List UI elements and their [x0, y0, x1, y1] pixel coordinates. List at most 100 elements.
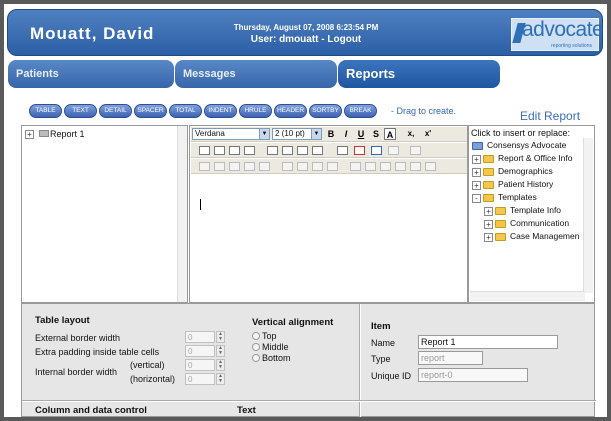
expand-icon[interactable]: + — [472, 168, 481, 177]
cell-props-icon[interactable] — [410, 146, 421, 155]
tree-item-template-info[interactable]: + Template Info — [484, 205, 561, 216]
merge-rows-icon[interactable] — [244, 162, 255, 171]
outdent-icon[interactable] — [297, 146, 308, 155]
tree-item-consensys[interactable]: Consensys Advocate — [472, 140, 566, 150]
cell-valign-icon[interactable] — [425, 162, 436, 171]
font-color-button[interactable]: A — [384, 128, 396, 140]
palette-detail-button[interactable]: DETAIL — [99, 104, 132, 118]
align-left-icon[interactable] — [199, 146, 210, 155]
tree-item-report-office[interactable]: + Report & Office Info — [472, 153, 573, 164]
delete-cell-icon[interactable] — [365, 162, 376, 171]
folder-icon — [483, 154, 494, 163]
palette-hrule-button[interactable]: HRULE — [239, 104, 272, 118]
insert-row-icon[interactable] — [199, 162, 210, 171]
delete-row-icon[interactable] — [229, 162, 240, 171]
palette-spacer-button[interactable]: SPACER — [134, 104, 167, 118]
merge-cols-icon[interactable] — [327, 162, 338, 171]
palette-text-button[interactable]: TEXT — [64, 104, 97, 118]
palette-header-button[interactable]: HEADER — [274, 104, 307, 118]
strikethrough-button[interactable]: S — [370, 128, 382, 140]
insert-panel-vscrollbar[interactable] — [583, 138, 593, 293]
valign-top-radio[interactable] — [252, 332, 260, 340]
insert-row-after-icon[interactable] — [214, 162, 225, 171]
palette-indent-button[interactable]: INDENT — [204, 104, 237, 118]
cell-align-icon[interactable] — [410, 162, 421, 171]
expand-icon[interactable]: + — [472, 155, 481, 164]
insert-table-icon[interactable] — [371, 146, 382, 155]
report-tree-node[interactable]: Report 1 — [50, 129, 85, 139]
text-editor: Verdana ▼ 2 (10 pt) ▼ B I U S A x, x' — [189, 125, 468, 303]
align-justify-icon[interactable] — [244, 146, 255, 155]
tab-reports[interactable]: Reports — [338, 60, 500, 88]
report-icon — [39, 130, 49, 137]
insert-panel-hscrollbar[interactable] — [470, 291, 585, 301]
horizontal-rule-icon[interactable] — [337, 146, 348, 155]
tab-patients[interactable]: Patients — [8, 60, 174, 88]
tree-item-label: Patient History — [498, 179, 554, 189]
italic-button[interactable]: I — [340, 128, 352, 140]
expand-icon[interactable]: + — [484, 207, 493, 216]
collapse-icon[interactable]: - — [472, 194, 481, 203]
chevron-down-icon: ▼ — [259, 129, 269, 139]
tree-item-communication[interactable]: + Communication — [484, 218, 569, 229]
extra-padding-spinner[interactable]: ▲ ▼ — [216, 345, 225, 357]
folder-icon — [495, 232, 506, 241]
palette-table-button[interactable]: TABLE — [29, 104, 62, 118]
editor-toolbar-table — [191, 159, 467, 174]
extra-padding-input[interactable]: 0 — [185, 345, 215, 357]
text-caret[interactable] — [200, 199, 201, 210]
hyperlink-icon[interactable] — [354, 146, 365, 155]
name-label: Name — [371, 338, 396, 348]
bold-button[interactable]: B — [325, 128, 337, 140]
split-row-icon[interactable] — [259, 162, 270, 171]
unordered-list-icon[interactable] — [282, 146, 293, 155]
logo-subtitle: reporting solutions — [551, 43, 592, 49]
folder-icon — [483, 180, 494, 189]
split-cell-icon[interactable] — [395, 162, 406, 171]
font-size-select[interactable]: 2 (10 pt) ▼ — [272, 128, 322, 140]
insert-cell-icon[interactable] — [350, 162, 361, 171]
internal-border-vertical-input[interactable]: 0 — [185, 359, 215, 371]
align-right-icon[interactable] — [229, 146, 240, 155]
expand-icon[interactable]: + — [472, 181, 481, 190]
tree-expand-icon[interactable]: + — [25, 130, 34, 139]
expand-icon[interactable]: + — [484, 233, 493, 242]
external-border-spinner[interactable]: ▲ ▼ — [216, 331, 225, 343]
name-input[interactable]: Report 1 — [418, 335, 558, 349]
valign-bottom-radio[interactable] — [252, 354, 260, 362]
valign-middle-radio[interactable] — [252, 343, 260, 351]
merge-cells-icon[interactable] — [380, 162, 391, 171]
ordered-list-icon[interactable] — [267, 146, 278, 155]
insert-col-after-icon[interactable] — [297, 162, 308, 171]
superscript-button[interactable]: x' — [422, 128, 434, 140]
tab-messages[interactable]: Messages — [175, 60, 337, 88]
subscript-button[interactable]: x, — [405, 128, 417, 140]
editor-toolbar-paragraph — [191, 143, 467, 158]
font-select[interactable]: Verdana ▼ — [192, 128, 270, 140]
tree-item-demographics[interactable]: + Demographics — [472, 166, 553, 177]
indent-icon[interactable] — [312, 146, 323, 155]
app-frame: Mouatt, David Thursday, August 07, 2008 … — [4, 4, 607, 417]
palette-break-button[interactable]: BREAK — [344, 104, 377, 118]
expand-icon[interactable]: + — [484, 220, 493, 229]
internal-border-horizontal-input[interactable]: 0 — [185, 373, 215, 385]
internal-border-horizontal-spinner[interactable]: ▲ ▼ — [216, 373, 225, 385]
insert-col-icon[interactable] — [282, 162, 293, 171]
delete-col-icon[interactable] — [312, 162, 323, 171]
internal-border-vertical-spinner[interactable]: ▲ ▼ — [216, 359, 225, 371]
tree-item-templates[interactable]: - Templates — [472, 192, 537, 203]
tree-scrollbar[interactable] — [177, 126, 187, 302]
tree-item-patient-history[interactable]: + Patient History — [472, 179, 554, 190]
drag-hint: - Drag to create. — [391, 106, 457, 116]
tree-item-case-management[interactable]: + Case Managemen — [484, 231, 579, 242]
column-data-control-heading: Column and data control — [35, 405, 147, 416]
underline-button[interactable]: U — [355, 128, 367, 140]
align-center-icon[interactable] — [214, 146, 225, 155]
app-header: Mouatt, David Thursday, August 07, 2008 … — [7, 9, 604, 56]
table-props-icon[interactable] — [388, 146, 399, 155]
folder-icon — [483, 167, 494, 176]
editor-toolbar-font: Verdana ▼ 2 (10 pt) ▼ B I U S A x, x' — [191, 127, 467, 142]
palette-sortby-button[interactable]: SORTBY — [309, 104, 342, 118]
palette-total-button[interactable]: TOTAL — [169, 104, 202, 118]
external-border-input[interactable]: 0 — [185, 331, 215, 343]
